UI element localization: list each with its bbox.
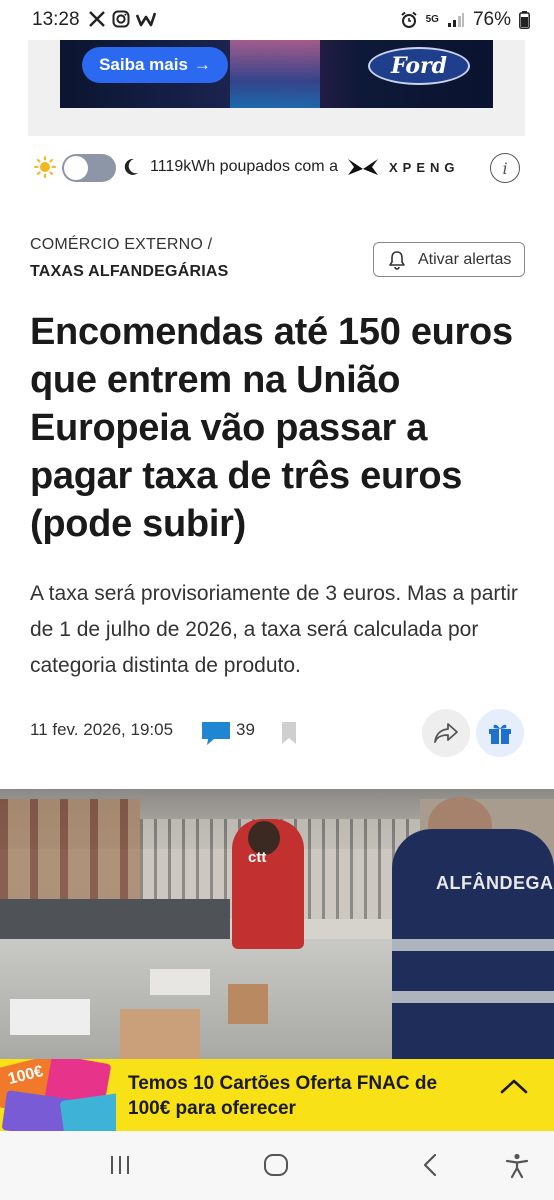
article-lead: A taxa será provisoriamente de 3 euros. …: [30, 582, 518, 677]
ad-cta-button[interactable]: Saiba mais →: [82, 47, 228, 83]
ford-logo-text: Ford: [390, 53, 448, 79]
home-icon[interactable]: [263, 1153, 289, 1177]
breadcrumb-subsection[interactable]: TAXAS ALFANDEGÁRIAS: [30, 263, 228, 281]
bell-icon: [389, 250, 405, 270]
notification-icons: [88, 10, 156, 28]
share-button[interactable]: [422, 709, 470, 757]
xpeng-mark-icon: [348, 159, 378, 175]
ad-cta-label: Saiba mais: [99, 55, 188, 74]
photo-vest-text: ALFÂNDEGA: [436, 873, 554, 893]
energy-savings-text: 1119kWh poupados com a: [150, 158, 338, 175]
gift-cards-image: 100€: [0, 1059, 116, 1131]
comment-icon[interactable]: [202, 722, 230, 746]
article-photo[interactable]: ctt ALFÂNDEGA: [0, 789, 554, 1059]
breadcrumb-section[interactable]: COMÉRCIO EXTERNO /: [30, 236, 212, 254]
activate-alerts-label: Ativar alertas: [418, 250, 512, 268]
comment-count[interactable]: 39: [236, 720, 255, 740]
gift-article-button[interactable]: [476, 709, 524, 757]
back-icon[interactable]: [421, 1153, 439, 1177]
info-icon[interactable]: i: [490, 153, 520, 183]
system-status-icons: 5G 76%: [400, 9, 530, 31]
instagram-icon: [112, 10, 130, 28]
article-headline: Encomendas até 150 euros que entrem na U…: [30, 311, 513, 545]
promo-banner[interactable]: 100€ Temos 10 Cartões Oferta FNAC de 100…: [0, 1059, 554, 1131]
xpeng-wordmark: XPENG: [389, 159, 460, 175]
x-icon: [89, 11, 105, 27]
recent-apps-icon[interactable]: [108, 1153, 132, 1177]
activate-alerts-button[interactable]: Ativar alertas: [373, 242, 525, 277]
bookmark-icon[interactable]: [281, 721, 297, 745]
ford-logo: Ford: [368, 47, 470, 85]
chevron-up-icon[interactable]: [500, 1077, 528, 1095]
xpeng-logo: XPENG: [347, 158, 460, 176]
signal-icon: [447, 13, 464, 27]
photo-ctt-logo: ctt: [248, 849, 267, 866]
info-glyph: i: [502, 158, 508, 178]
dark-mode-toggle[interactable]: [62, 154, 116, 182]
promo-text: Temos 10 Cartões Oferta FNAC de 100€ par…: [128, 1073, 438, 1119]
share-icon: [434, 723, 458, 743]
moon-icon: [124, 158, 138, 175]
battery-percent: 76%: [472, 9, 511, 30]
sun-icon: [34, 156, 56, 178]
ad-area: Saiba mais → Ford: [28, 40, 525, 136]
gift-icon: [489, 724, 511, 744]
ad-image: [230, 40, 320, 108]
android-navigation-bar: [0, 1131, 554, 1200]
accessibility-icon[interactable]: [505, 1153, 529, 1179]
toggle-knob: [64, 156, 88, 180]
alarm-icon: [400, 11, 417, 28]
energy-savings-bar: 1119kWh poupados com a XPENG i: [0, 146, 554, 190]
ad-banner[interactable]: Saiba mais → Ford: [60, 40, 493, 108]
battery-icon: [519, 11, 530, 29]
article-date: 11 fev. 2026, 19:05: [30, 720, 174, 739]
status-bar: 13:28 5G 76%: [0, 0, 554, 40]
status-time: 13:28: [32, 9, 80, 30]
arrow-right-icon: →: [193, 55, 211, 74]
network-label: 5G: [425, 14, 439, 25]
wattpad-icon: [136, 12, 156, 27]
